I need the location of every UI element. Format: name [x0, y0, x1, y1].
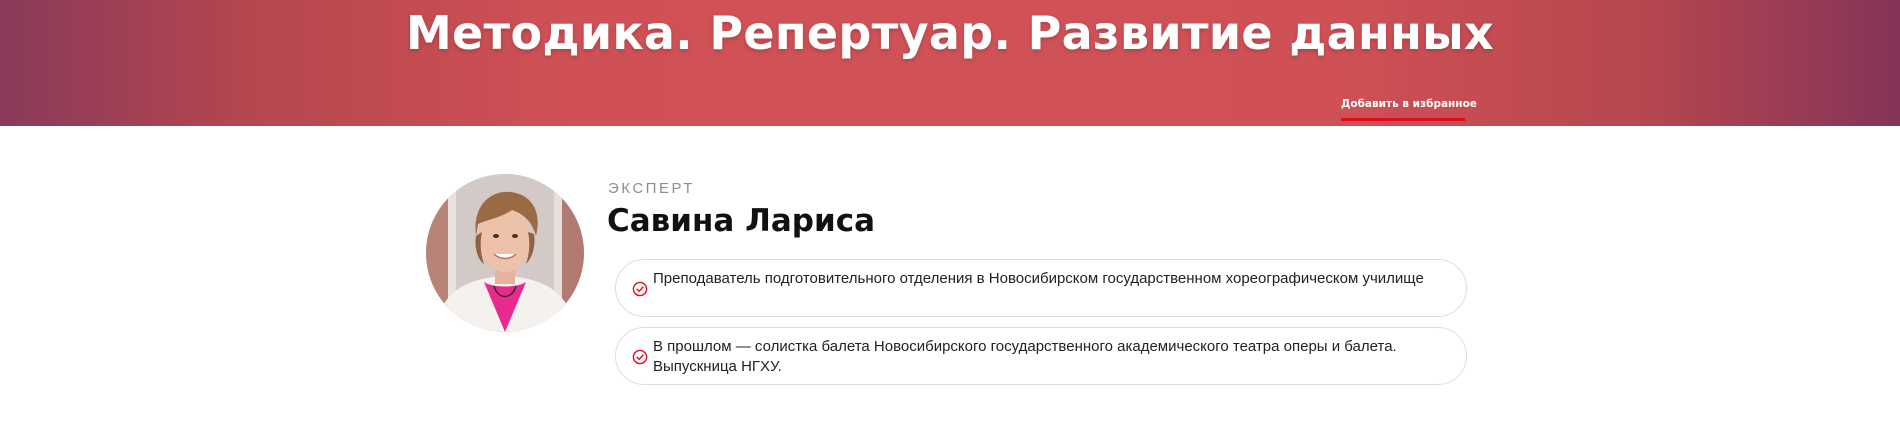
check-circle-icon — [632, 281, 648, 297]
fact-item: В прошлом — солистка балета Новосибирско… — [615, 327, 1467, 385]
add-to-favorites-link[interactable]: Добавить в избранное — [1341, 98, 1477, 110]
fact-text: Преподаватель подготовительного отделени… — [653, 270, 1424, 287]
fact-item: Преподаватель подготовительного отделени… — [615, 259, 1467, 317]
expert-name: Савина Лариса — [607, 203, 876, 239]
expert-photo — [426, 174, 584, 332]
hero-banner: Методика. Репертуар. Развитие данных Доб… — [0, 0, 1900, 126]
page-title: Методика. Репертуар. Развитие данных — [405, 6, 1495, 60]
expert-avatar — [426, 174, 584, 332]
fact-text: В прошлом — солистка балета Новосибирско… — [653, 338, 1397, 375]
expert-label: ЭКСПЕРТ — [608, 180, 695, 197]
favorites-underline — [1341, 118, 1465, 121]
check-circle-icon — [632, 349, 648, 365]
